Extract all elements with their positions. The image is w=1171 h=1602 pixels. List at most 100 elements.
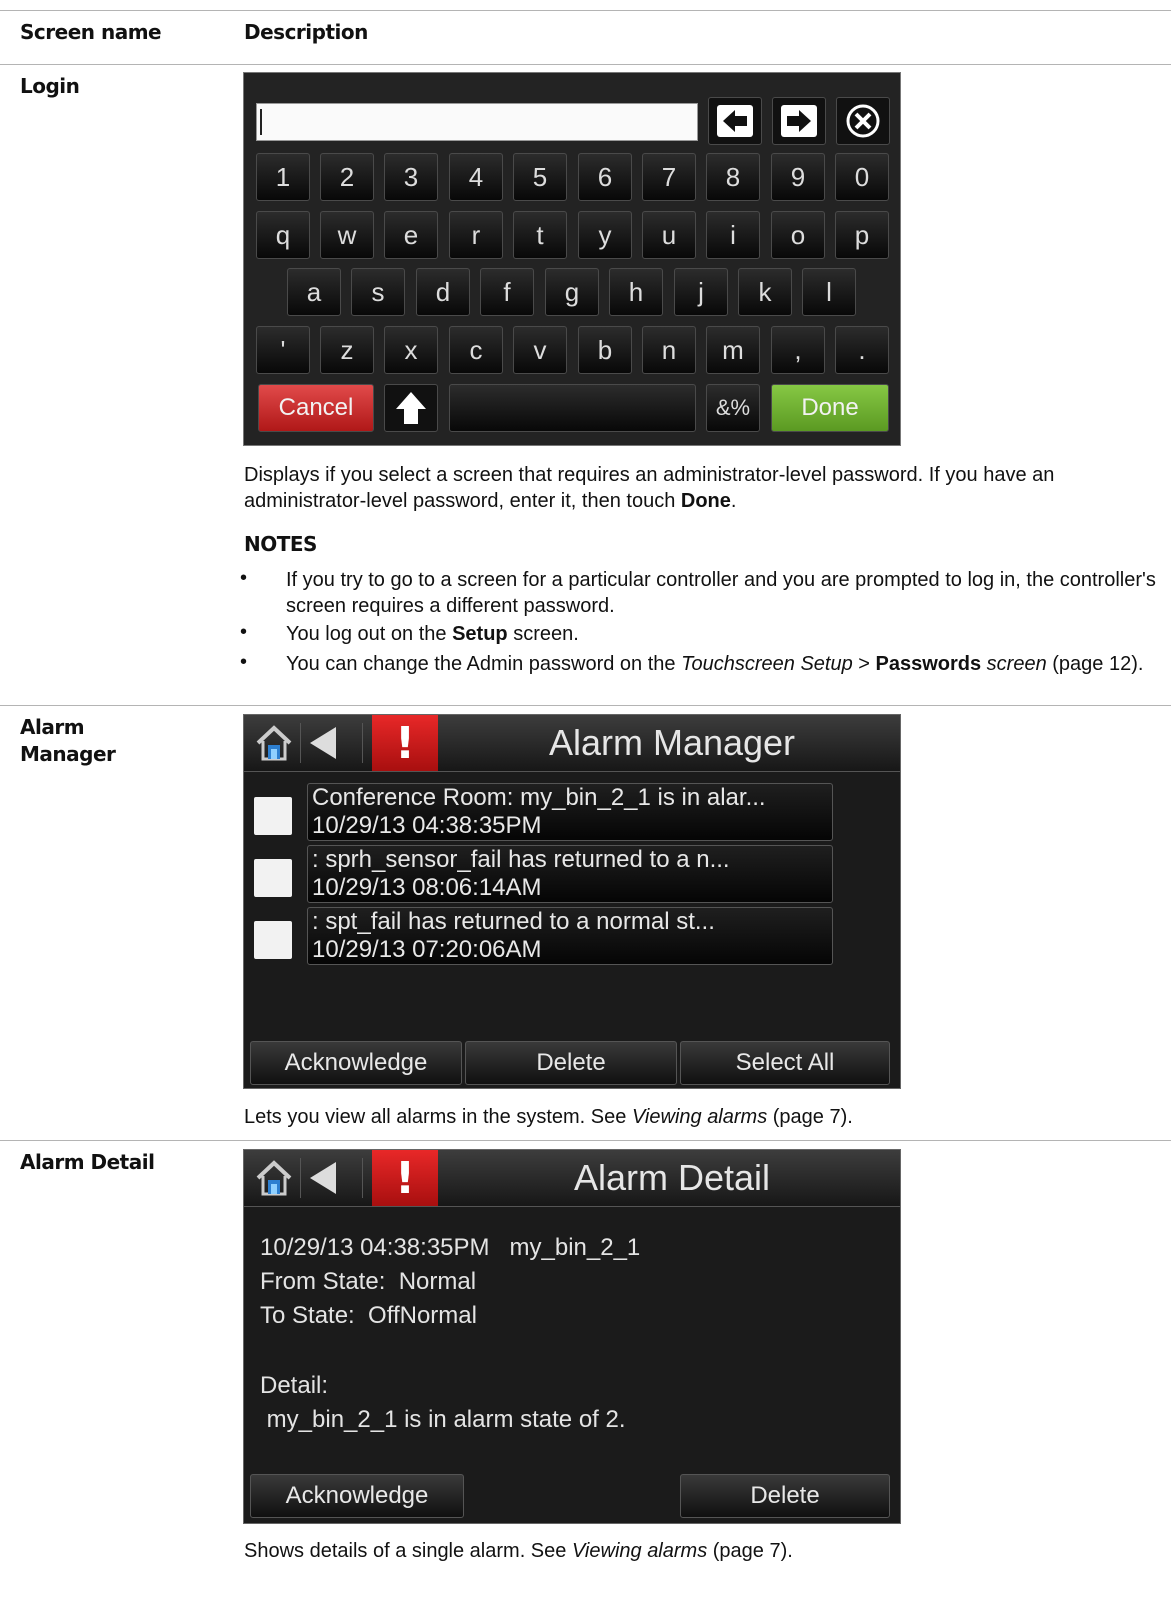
row-rule (0, 1140, 1171, 1141)
key[interactable]: r (449, 211, 503, 259)
alarm-row: Conference Room: my_bin_2_1 is in alar..… (244, 783, 900, 843)
login-keypad-screenshot: 1 2 3 4 5 6 7 8 9 0 q w e r t y u i o p … (243, 72, 901, 446)
key[interactable]: k (738, 268, 792, 316)
key[interactable]: 3 (384, 153, 438, 201)
key[interactable]: s (351, 268, 405, 316)
key[interactable]: v (513, 326, 567, 374)
header-rule (0, 64, 1171, 65)
alarm-item[interactable]: Conference Room: my_bin_2_1 is in alar..… (307, 783, 833, 841)
note-2: You log out on the Setup screen. (286, 623, 579, 645)
key[interactable]: m (706, 326, 760, 374)
key[interactable]: , (771, 326, 825, 374)
key[interactable]: n (642, 326, 696, 374)
backspace-left-button[interactable] (708, 97, 762, 145)
bullet: • (240, 621, 248, 643)
acknowledge-button[interactable]: Acknowledge (250, 1474, 464, 1518)
key[interactable]: 4 (449, 153, 503, 201)
alarm-detail-description: Shows details of a single alarm. See Vie… (244, 1540, 793, 1562)
key[interactable]: l (802, 268, 856, 316)
key[interactable]: i (706, 211, 760, 259)
alarm-detail-screenshot: ! Alarm Detail 10/29/13 04:38:35PM my_bi… (243, 1149, 901, 1524)
key[interactable]: u (642, 211, 696, 259)
notes-heading: NOTES (244, 532, 317, 556)
select-all-button[interactable]: Select All (680, 1041, 890, 1085)
password-input[interactable] (256, 103, 698, 141)
arrow-left-icon (717, 105, 753, 137)
key[interactable]: 5 (513, 153, 567, 201)
key[interactable]: o (771, 211, 825, 259)
home-icon (256, 1160, 292, 1196)
alarm-item[interactable]: : spt_fail has returned to a normal st..… (307, 907, 833, 965)
delete-button[interactable]: Delete (465, 1041, 677, 1085)
key[interactable]: e (384, 211, 438, 259)
home-icon (256, 725, 292, 761)
home-button[interactable] (254, 1158, 294, 1198)
shift-button[interactable] (384, 384, 438, 432)
key[interactable]: 7 (642, 153, 696, 201)
cursor-right-button[interactable] (772, 97, 826, 145)
key[interactable]: ' (256, 326, 310, 374)
row-label-alarm-manager: Alarm Manager (20, 715, 116, 766)
cancel-button[interactable]: Cancel (258, 384, 374, 432)
acknowledge-button[interactable]: Acknowledge (250, 1041, 462, 1085)
back-icon[interactable] (310, 727, 336, 759)
clear-button[interactable] (836, 97, 890, 145)
bullet: • (240, 651, 248, 673)
alarm-detail-label: Detail: (260, 1372, 329, 1399)
home-button[interactable] (254, 723, 294, 763)
key[interactable]: 2 (320, 153, 374, 201)
key[interactable]: a (287, 268, 341, 316)
done-button[interactable]: Done (771, 384, 889, 432)
alarm-timestamp: 10/29/13 07:20:06AM (312, 936, 542, 963)
key[interactable]: z (320, 326, 374, 374)
key[interactable]: 6 (578, 153, 632, 201)
screen-header: ! Alarm Manager (244, 715, 900, 772)
key[interactable]: y (578, 211, 632, 259)
note-3: You can change the Admin password on the… (286, 653, 1144, 675)
close-circle-icon (846, 104, 880, 138)
key[interactable]: b (578, 326, 632, 374)
key[interactable]: 9 (771, 153, 825, 201)
key[interactable]: p (835, 211, 889, 259)
alarm-checkbox[interactable] (254, 797, 292, 835)
login-description: Displays if you select a screen that req… (244, 464, 1055, 512)
key[interactable]: 0 (835, 153, 889, 201)
alarm-checkbox[interactable] (254, 921, 292, 959)
screen-header: ! Alarm Detail (244, 1150, 900, 1207)
symbols-button[interactable]: &% (706, 384, 760, 432)
back-icon[interactable] (310, 1162, 336, 1194)
alarm-row: : sprh_sensor_fail has returned to a n..… (244, 845, 900, 905)
key[interactable]: 8 (706, 153, 760, 201)
arrow-right-icon (781, 105, 817, 137)
alarm-message: : spt_fail has returned to a normal st..… (312, 908, 715, 935)
key[interactable]: j (674, 268, 728, 316)
arrow-up-icon (396, 392, 426, 424)
key[interactable]: t (513, 211, 567, 259)
key[interactable]: h (609, 268, 663, 316)
key[interactable]: x (384, 326, 438, 374)
alarm-detail-from-state: From State: Normal (260, 1268, 477, 1295)
key[interactable]: w (320, 211, 374, 259)
key[interactable]: f (480, 268, 534, 316)
alarm-icon[interactable]: ! (372, 1150, 438, 1206)
alarm-checkbox[interactable] (254, 859, 292, 897)
key[interactable]: q (256, 211, 310, 259)
separator (300, 1158, 301, 1198)
key[interactable]: g (545, 268, 599, 316)
alarm-manager-screenshot: ! Alarm Manager Conference Room: my_bin_… (243, 714, 901, 1089)
alarm-icon[interactable]: ! (372, 715, 438, 771)
key[interactable]: 1 (256, 153, 310, 201)
key[interactable]: d (416, 268, 470, 316)
alarm-item[interactable]: : sprh_sensor_fail has returned to a n..… (307, 845, 833, 903)
delete-button[interactable]: Delete (680, 1474, 890, 1518)
alarm-detail-message: my_bin_2_1 is in alarm state of 2. (260, 1406, 626, 1433)
alarm-message: Conference Room: my_bin_2_1 is in alar..… (312, 784, 766, 811)
space-bar[interactable] (449, 384, 696, 432)
alarm-timestamp: 10/29/13 04:38:35PM (312, 812, 542, 839)
note-1: If you try to go to a screen for a parti… (286, 569, 1156, 617)
row-rule (0, 705, 1171, 706)
key[interactable]: c (449, 326, 503, 374)
key[interactable]: . (835, 326, 889, 374)
alarm-row: : spt_fail has returned to a normal st..… (244, 907, 900, 967)
bullet: • (240, 567, 248, 589)
